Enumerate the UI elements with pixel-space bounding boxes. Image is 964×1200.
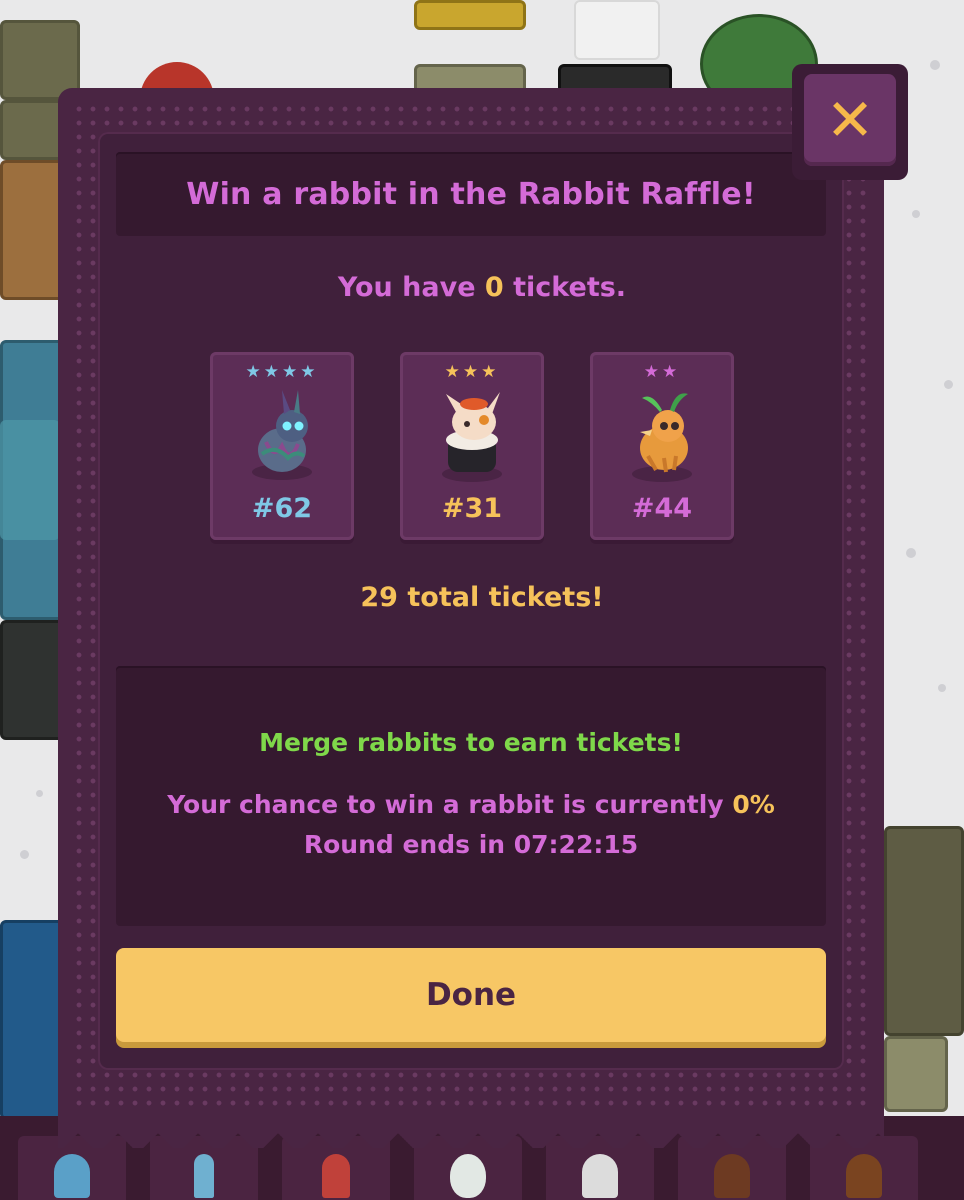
snow-dot [930, 60, 940, 70]
tickets-prefix: You have [337, 272, 476, 303]
round-timer: Round ends in 07:22:15 [303, 830, 639, 859]
star-rating: ★★★★ [245, 362, 319, 382]
tower-icon [322, 1154, 350, 1198]
tickets-suffix: tickets. [513, 272, 627, 303]
prize-card[interactable]: ★★★★ #62 [210, 352, 354, 540]
palm-icon [582, 1154, 618, 1198]
nest-icon [846, 1154, 882, 1198]
win-chance-prefix: Your chance to win a rabbit is currently [167, 790, 724, 819]
blue-tile [0, 920, 64, 1120]
title-banner: Win a rabbit in the Rabbit Raffle! [116, 152, 826, 236]
rainbow-rabbit-icon [252, 390, 312, 480]
done-button-label: Done [425, 977, 517, 1013]
mandrake-rabbit-icon [632, 393, 692, 482]
snow-dot [906, 548, 916, 558]
close-icon: ✕ [825, 86, 875, 154]
arch-tile [884, 826, 964, 1036]
skull-tile [0, 620, 64, 740]
prize-number: #31 [441, 493, 503, 524]
yellow-block [414, 0, 526, 30]
ticket-count-line: You have 0 tickets. [0, 272, 964, 303]
close-button[interactable]: ✕ [792, 64, 908, 180]
antlers-icon [714, 1154, 750, 1198]
white-block [574, 0, 660, 60]
modal-zigzag-edge [58, 1118, 884, 1148]
tickets-count: 0 [484, 272, 504, 303]
total-tickets: 29 total tickets! [360, 582, 604, 613]
prize-cards: ★★★★ #62 ★★★ #31 ★★ #44 [210, 352, 734, 542]
ice-tile [0, 420, 60, 540]
close-button-face[interactable]: ✕ [804, 74, 896, 166]
modal-title: Win a rabbit in the Rabbit Raffle! [186, 176, 756, 212]
sushi-rabbit-icon [442, 392, 502, 482]
snow-dot [944, 380, 953, 389]
snow-dot [36, 790, 43, 797]
flag-icon [194, 1154, 214, 1198]
igloo-icon [54, 1154, 90, 1198]
snow-dot [938, 684, 946, 692]
snow-dot [912, 210, 920, 218]
star-rating: ★★★ [444, 362, 500, 382]
win-chance-value: 0% [732, 790, 775, 819]
prize-card[interactable]: ★★★ #31 [400, 352, 544, 540]
merge-hint: Merge rabbits to earn tickets! [259, 728, 683, 757]
stone-block [884, 1036, 948, 1112]
info-panel: Merge rabbits to earn tickets! Your chan… [116, 666, 826, 926]
done-button[interactable]: Done [116, 948, 826, 1042]
snow-dot [20, 850, 29, 859]
win-chance-line: Your chance to win a rabbit is currently… [116, 790, 826, 819]
egg-icon [450, 1154, 486, 1198]
star-rating: ★★ [643, 362, 681, 382]
prize-card[interactable]: ★★ #44 [590, 352, 734, 540]
prize-number: #62 [251, 493, 313, 524]
prize-number: #44 [631, 493, 693, 524]
